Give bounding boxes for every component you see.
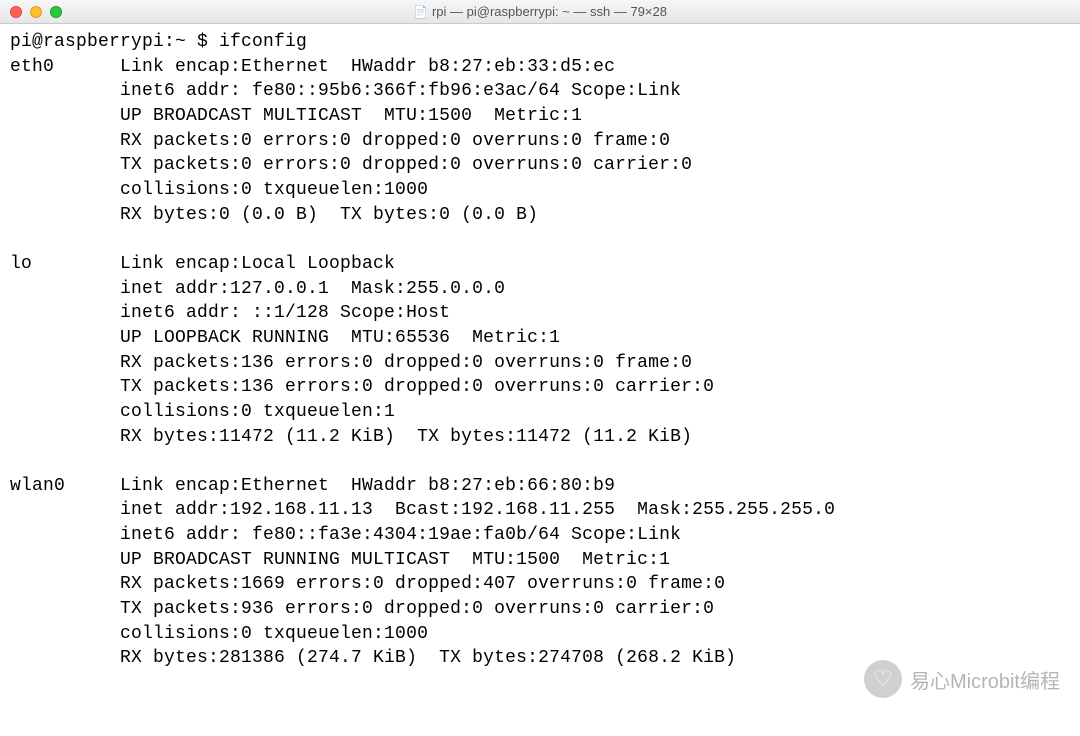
window-title-text: rpi — pi@raspberrypi: ~ — ssh — 79×28 [432, 4, 667, 19]
window-titlebar: 📄 rpi — pi@raspberrypi: ~ — ssh — 79×28 [0, 0, 1080, 24]
terminal-output[interactable]: pi@raspberrypi:~ $ ifconfig eth0 Link en… [0, 24, 1080, 681]
close-icon[interactable] [10, 6, 22, 18]
traffic-lights [10, 6, 62, 18]
file-icon: 📄 [413, 5, 428, 19]
watermark: ♡ 易心Microbit编程 [864, 660, 1060, 698]
maximize-icon[interactable] [50, 6, 62, 18]
watermark-text: 易心Microbit编程 [910, 665, 1060, 694]
window-title: 📄 rpi — pi@raspberrypi: ~ — ssh — 79×28 [0, 4, 1080, 19]
minimize-icon[interactable] [30, 6, 42, 18]
watermark-icon: ♡ [864, 660, 902, 698]
